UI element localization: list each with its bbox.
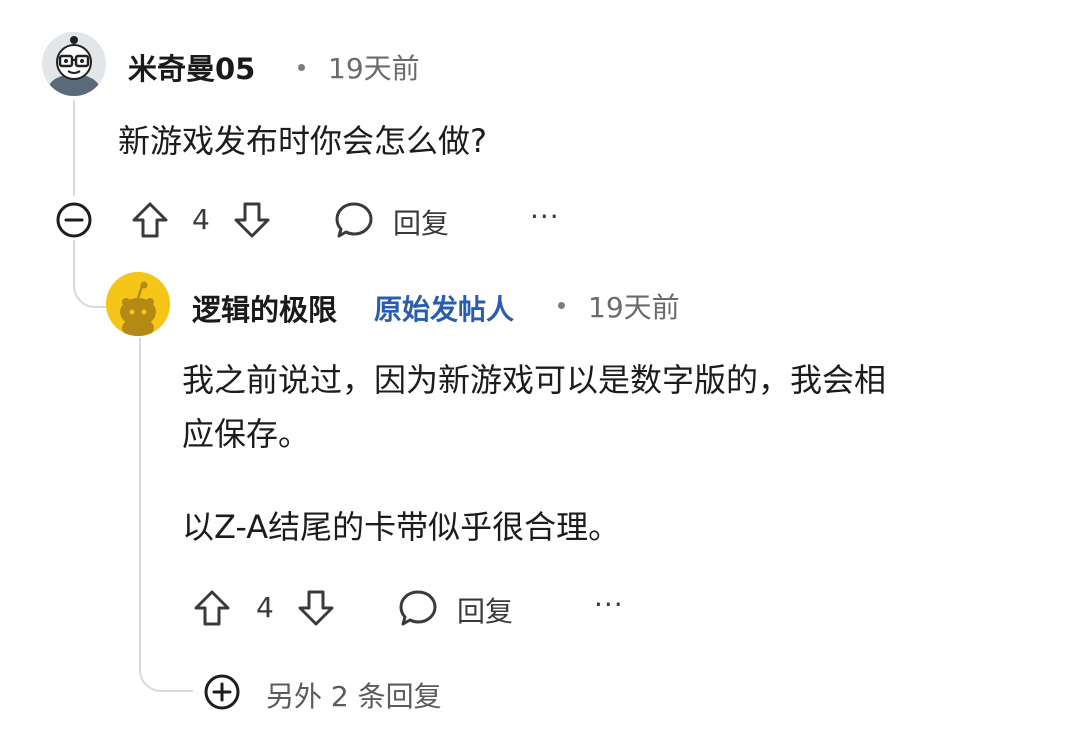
separator-dot xyxy=(558,302,565,309)
collapse-thread-button[interactable] xyxy=(54,200,94,240)
downvote-arrow-icon xyxy=(298,590,334,626)
expand-plus-icon xyxy=(204,674,240,710)
upvote-arrow-icon xyxy=(132,202,168,238)
reply-avatar[interactable] xyxy=(106,272,170,336)
reply-text-paragraph-2: 以Z-A结尾的卡带似乎很合理。 xyxy=(182,508,621,546)
reply-reply-button[interactable] xyxy=(394,584,442,632)
comment-text: 新游戏发布时你会怎么做? xyxy=(118,122,487,160)
reply-vote-count: 4 xyxy=(256,591,274,624)
collapse-minus-icon xyxy=(56,202,92,238)
more-replies-link[interactable]: 另外 2 条回复 xyxy=(266,675,442,715)
comment-bubble-icon xyxy=(399,590,437,626)
downvote-arrow-icon xyxy=(234,202,270,238)
reply-text-line-1: 我之前说过，因为新游戏可以是数字版的，我会相 xyxy=(182,361,887,399)
comment-username[interactable]: 米奇曼05 xyxy=(128,46,255,88)
snoo-avatar-icon xyxy=(106,272,170,336)
reply-button[interactable] xyxy=(330,196,378,244)
avatar[interactable] xyxy=(42,32,106,96)
thread-line-top xyxy=(73,100,75,196)
reply-upvote-button[interactable] xyxy=(190,586,234,630)
upvote-arrow-icon xyxy=(194,590,230,626)
separator-dot xyxy=(298,64,305,71)
more-options-button[interactable]: ··· xyxy=(530,200,560,233)
reply-downvote-button[interactable] xyxy=(294,586,338,630)
user-avatar-icon xyxy=(42,32,106,96)
reply-timestamp: 19天前 xyxy=(588,291,680,324)
reply-text-line-2: 应保存。 xyxy=(182,415,311,453)
downvote-button[interactable] xyxy=(230,198,274,242)
comment-bubble-icon xyxy=(335,202,373,238)
thread-connector-more xyxy=(139,640,193,692)
reply-label[interactable]: 回复 xyxy=(393,202,449,242)
thread-line-reply xyxy=(139,338,141,648)
expand-more-replies-button[interactable] xyxy=(202,672,242,712)
comment-timestamp: 19天前 xyxy=(328,52,420,85)
reply-more-options-button[interactable]: ··· xyxy=(594,588,624,621)
vote-count: 4 xyxy=(192,203,210,236)
op-badge: 原始发帖人 xyxy=(374,293,515,326)
reply-reply-label[interactable]: 回复 xyxy=(457,590,513,630)
upvote-button[interactable] xyxy=(128,198,172,242)
reply-username[interactable]: 逻辑的极限 xyxy=(192,287,337,329)
